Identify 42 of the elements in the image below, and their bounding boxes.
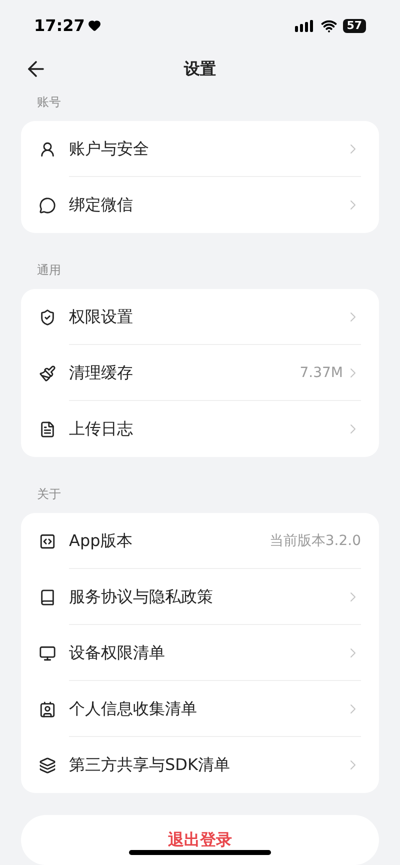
code-icon	[39, 532, 56, 550]
row-label: 权限设置	[69, 306, 133, 328]
document-icon	[39, 420, 56, 438]
section-label: 账号	[37, 95, 61, 110]
book-icon	[39, 588, 56, 606]
row-label: 服务协议与隐私政策	[69, 586, 213, 608]
row-value: 当前版本3.2.0	[269, 532, 361, 551]
row-label: 第三方共享与SDK清单	[69, 754, 230, 776]
signal-icon	[294, 20, 315, 32]
settings-row[interactable]: 个人信息收集清单	[21, 681, 379, 738]
section-label: 关于	[37, 487, 61, 502]
row-label: 清理缓存	[69, 362, 133, 384]
row-label: 绑定微信	[69, 194, 133, 216]
status-time: 17:27	[34, 14, 85, 37]
user-icon	[39, 140, 56, 158]
chat-bubble-icon	[39, 196, 56, 214]
settings-row[interactable]: 清理缓存 7.37M	[21, 345, 379, 402]
settings-row[interactable]: 绑定微信	[21, 177, 379, 234]
logout-button[interactable]: 退出登录	[21, 815, 379, 865]
section-label: 通用	[37, 263, 61, 278]
row-label: 账户与安全	[69, 138, 149, 160]
settings-row[interactable]: App版本 当前版本3.2.0	[21, 513, 379, 570]
monitor-icon	[39, 644, 56, 662]
heart-icon	[88, 19, 101, 32]
row-label: 设备权限清单	[69, 642, 165, 664]
wifi-icon	[320, 18, 337, 34]
shield-icon	[39, 308, 56, 326]
settings-row[interactable]: 上传日志	[21, 401, 379, 458]
brush-icon	[39, 364, 56, 382]
battery-indicator: 57	[342, 18, 366, 33]
layers-icon	[39, 756, 56, 774]
page-title: 设置	[184, 58, 216, 80]
settings-row[interactable]: 账户与安全	[21, 121, 379, 178]
settings-row[interactable]: 服务协议与隐私政策	[21, 569, 379, 626]
settings-row[interactable]: 设备权限清单	[21, 625, 379, 682]
settings-row[interactable]: 第三方共享与SDK清单	[21, 737, 379, 794]
row-label: 上传日志	[69, 418, 133, 440]
row-label: 个人信息收集清单	[69, 698, 197, 720]
settings-row[interactable]: 权限设置	[21, 289, 379, 346]
row-value: 7.37M	[300, 364, 343, 383]
contact-card-icon	[39, 700, 56, 718]
row-label: App版本	[69, 530, 132, 552]
